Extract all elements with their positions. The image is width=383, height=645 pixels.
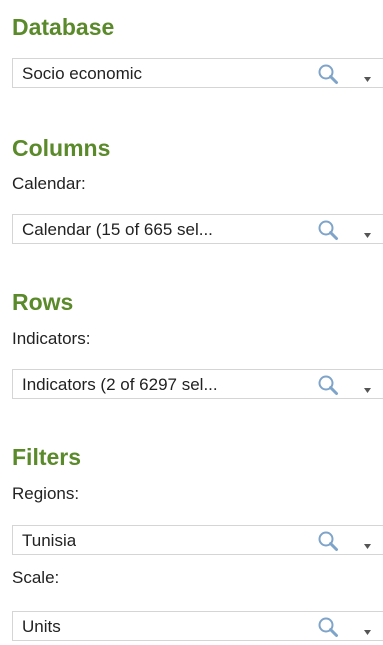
chevron-down-icon[interactable] (363, 623, 372, 635)
filters-section-title: Filters (12, 444, 82, 470)
regions-select[interactable]: Tunisia (12, 525, 383, 555)
calendar-select-value: Calendar (15 of 665 sel... (22, 220, 213, 239)
chevron-down-icon[interactable] (363, 70, 372, 82)
search-icon[interactable] (317, 616, 339, 638)
calendar-select[interactable]: Calendar (15 of 665 sel... (12, 214, 383, 244)
chevron-down-icon[interactable] (363, 381, 372, 393)
indicators-label: Indicators: (12, 329, 91, 348)
search-icon[interactable] (317, 63, 339, 85)
chevron-down-icon[interactable] (363, 537, 372, 549)
search-icon[interactable] (317, 530, 339, 552)
rows-section-title: Rows (12, 289, 74, 315)
database-select[interactable]: Socio economic (12, 58, 383, 88)
regions-label: Regions: (12, 484, 80, 503)
database-section-title: Database (12, 14, 115, 40)
scale-select[interactable]: Units (12, 611, 383, 641)
regions-select-value: Tunisia (22, 531, 77, 550)
indicators-select[interactable]: Indicators (2 of 6297 sel... (12, 369, 383, 399)
query-panel: Database Socio economic Columns Calendar… (0, 0, 383, 645)
columns-section-title: Columns (12, 135, 111, 161)
indicators-select-value: Indicators (2 of 6297 sel... (22, 375, 218, 394)
scale-select-value: Units (22, 617, 61, 636)
search-icon[interactable] (317, 374, 339, 396)
search-icon[interactable] (317, 219, 339, 241)
scale-label: Scale: (12, 568, 60, 587)
chevron-down-icon[interactable] (363, 226, 372, 238)
database-select-value: Socio economic (22, 64, 143, 83)
calendar-label: Calendar: (12, 174, 86, 193)
